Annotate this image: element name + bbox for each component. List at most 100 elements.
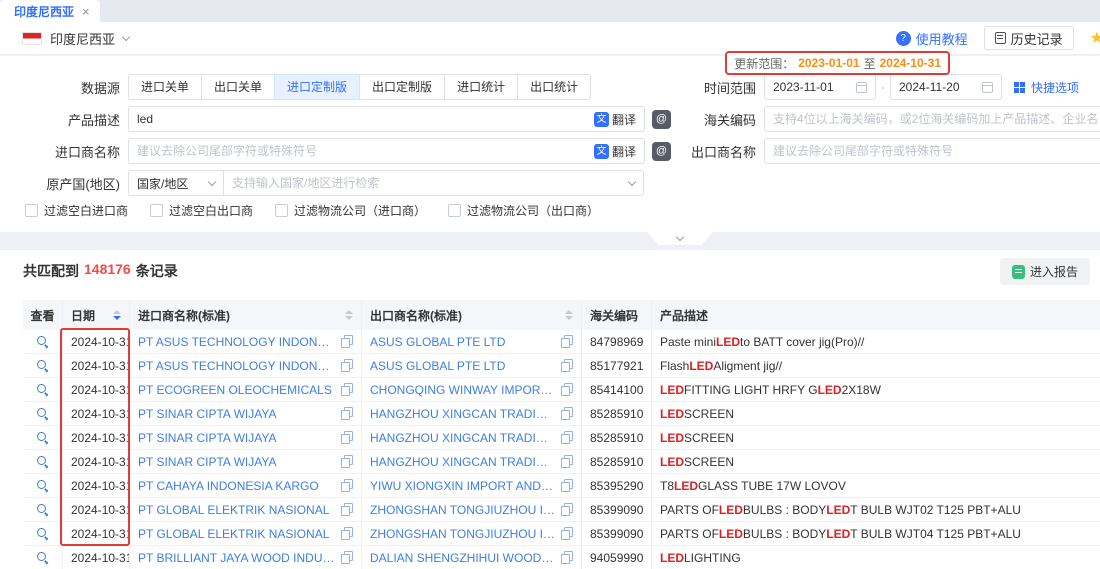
example-at-icon[interactable]: @	[652, 110, 671, 129]
copy-icon[interactable]	[561, 407, 573, 420]
copy-icon[interactable]	[341, 359, 353, 372]
calendar-icon[interactable]	[856, 82, 867, 93]
copy-icon[interactable]	[341, 383, 353, 396]
copy-icon[interactable]	[561, 479, 573, 492]
exporter-field[interactable]	[764, 138, 1100, 164]
checkbox-filter-logistics-importer[interactable]: 过滤物流公司（进口商）	[275, 202, 426, 219]
collapse-panel-toggle[interactable]	[647, 232, 713, 245]
copy-icon[interactable]	[561, 431, 573, 444]
importer-link[interactable]: PT SINAR CIPTA WIJAYA	[138, 431, 335, 445]
exporter-link[interactable]: CHONGQING WINWAY IMPORT AND E...	[370, 383, 555, 397]
copy-icon[interactable]	[561, 359, 573, 372]
date-from-input[interactable]	[773, 80, 856, 94]
copy-icon[interactable]	[561, 335, 573, 348]
sort-icons-exporter[interactable]	[559, 310, 573, 320]
importer-link[interactable]: PT GLOBAL ELEKTRIK NASIONAL	[138, 503, 335, 517]
tutorial-link[interactable]: ? 使用教程	[896, 29, 968, 48]
close-icon[interactable]: ×	[82, 4, 90, 19]
exporter-link[interactable]: ASUS GLOBAL PTE LTD	[370, 359, 555, 373]
importer-link[interactable]: PT ASUS TECHNOLOGY INDONESIA BA...	[138, 359, 335, 373]
header-exporter[interactable]: 出口商名称(标准)	[362, 300, 582, 330]
sort-icons-importer[interactable]	[339, 310, 353, 320]
view-magnifier-icon[interactable]	[36, 455, 49, 468]
copy-icon[interactable]	[561, 455, 573, 468]
header-importer[interactable]: 进口商名称(标准)	[130, 300, 362, 330]
view-magnifier-icon[interactable]	[36, 503, 49, 516]
enter-report-button[interactable]: 进入报告	[1000, 258, 1090, 285]
importer-link[interactable]: PT CAHAYA INDONESIA KARGO	[138, 479, 335, 493]
hs-code-input[interactable]	[773, 112, 1099, 126]
tab-import-custom-edition[interactable]: 进口定制版	[274, 74, 360, 100]
exporter-link[interactable]: ASUS GLOBAL PTE LTD	[370, 335, 555, 349]
product-desc-field[interactable]: 文 翻译	[128, 106, 645, 132]
origin-input[interactable]	[232, 176, 629, 190]
origin-field[interactable]	[223, 170, 644, 196]
importer-link[interactable]: PT BRILLIANT JAYA WOOD INDUSTRY	[138, 551, 335, 565]
checkbox-icon[interactable]	[25, 204, 38, 217]
header-date[interactable]: 日期	[63, 300, 130, 330]
view-magnifier-icon[interactable]	[36, 335, 49, 348]
date-from-field[interactable]	[764, 74, 876, 100]
checkbox-icon[interactable]	[150, 204, 163, 217]
checkbox-filter-logistics-exporter[interactable]: 过滤物流公司（出口商）	[448, 202, 599, 219]
exporter-link[interactable]: DALIAN SHENGZHIHUI WOOD INDUST...	[370, 551, 555, 565]
copy-icon[interactable]	[561, 503, 573, 516]
copy-icon[interactable]	[341, 551, 353, 564]
tab-export-statistics[interactable]: 出口统计	[517, 74, 591, 100]
checkbox-icon[interactable]	[448, 204, 461, 217]
origin-type-select[interactable]: 国家/地区	[128, 170, 224, 196]
view-magnifier-icon[interactable]	[36, 407, 49, 420]
copy-icon[interactable]	[561, 383, 573, 396]
exporter-link[interactable]: ZHONGSHAN TONGJIUZHOU INTERNA...	[370, 503, 555, 517]
importer-link[interactable]: PT ECOGREEN OLEOCHEMICALS	[138, 383, 335, 397]
importer-link[interactable]: PT SINAR CIPTA WIJAYA	[138, 455, 335, 469]
copy-icon[interactable]	[341, 527, 353, 540]
view-magnifier-icon[interactable]	[36, 383, 49, 396]
tab-indonesia[interactable]: 印度尼西亚 ×	[0, 0, 100, 22]
copy-icon[interactable]	[341, 335, 353, 348]
exporter-link[interactable]: HANGZHOU XINGCAN TRADING CO LTD	[370, 455, 555, 469]
view-magnifier-icon[interactable]	[36, 359, 49, 372]
copy-icon[interactable]	[561, 551, 573, 564]
translate-button[interactable]: 文 翻译	[594, 111, 636, 128]
checkbox-filter-blank-importer[interactable]: 过滤空白进口商	[25, 202, 128, 219]
importer-field[interactable]: 文 翻译	[128, 138, 645, 164]
copy-icon[interactable]	[341, 455, 353, 468]
checkbox-icon[interactable]	[275, 204, 288, 217]
exporter-link[interactable]: HANGZHOU XINGCAN TRADING CO LTD	[370, 407, 555, 421]
tab-import-customs[interactable]: 进口关单	[128, 74, 202, 100]
tab-export-customs[interactable]: 出口关单	[201, 74, 275, 100]
quick-options-link[interactable]: 快捷选项	[1014, 79, 1079, 96]
hs-code-field[interactable]	[764, 106, 1100, 132]
view-magnifier-icon[interactable]	[36, 431, 49, 444]
exporter-link[interactable]: ZHONGSHAN TONGJIUZHOU INTERNA...	[370, 527, 555, 541]
checkbox-filter-blank-exporter[interactable]: 过滤空白出口商	[150, 202, 253, 219]
view-magnifier-icon[interactable]	[36, 479, 49, 492]
country-selector[interactable]: 印度尼西亚	[22, 29, 129, 48]
importer-link[interactable]: PT ASUS TECHNOLOGY INDONESIA BA...	[138, 335, 335, 349]
product-desc-input[interactable]	[137, 112, 594, 126]
example-at-icon[interactable]: @	[652, 142, 671, 161]
importer-link[interactable]: PT GLOBAL ELEKTRIK NASIONAL	[138, 527, 335, 541]
favorite-star-icon[interactable]: ★	[1090, 28, 1100, 48]
view-magnifier-icon[interactable]	[36, 551, 49, 564]
copy-icon[interactable]	[341, 431, 353, 444]
copy-icon[interactable]	[561, 527, 573, 540]
importer-link[interactable]: PT SINAR CIPTA WIJAYA	[138, 407, 335, 421]
calendar-icon[interactable]	[982, 82, 993, 93]
copy-icon[interactable]	[341, 503, 353, 516]
tab-export-custom-edition[interactable]: 出口定制版	[359, 74, 445, 100]
copy-icon[interactable]	[341, 479, 353, 492]
copy-icon[interactable]	[341, 407, 353, 420]
date-to-input[interactable]	[899, 80, 982, 94]
exporter-input[interactable]	[773, 144, 1099, 158]
importer-input[interactable]	[137, 144, 594, 158]
exporter-link[interactable]: HANGZHOU XINGCAN TRADING CO LTD	[370, 431, 555, 445]
translate-button[interactable]: 文 翻译	[594, 143, 636, 160]
history-button[interactable]: 历史记录	[984, 26, 1074, 50]
tab-import-statistics[interactable]: 进口统计	[444, 74, 518, 100]
sort-icons-date[interactable]	[107, 310, 121, 320]
date-to-field[interactable]	[890, 74, 1002, 100]
exporter-link[interactable]: YIWU XIONGXIN IMPORT AND EXPORT...	[370, 479, 555, 493]
view-magnifier-icon[interactable]	[36, 527, 49, 540]
